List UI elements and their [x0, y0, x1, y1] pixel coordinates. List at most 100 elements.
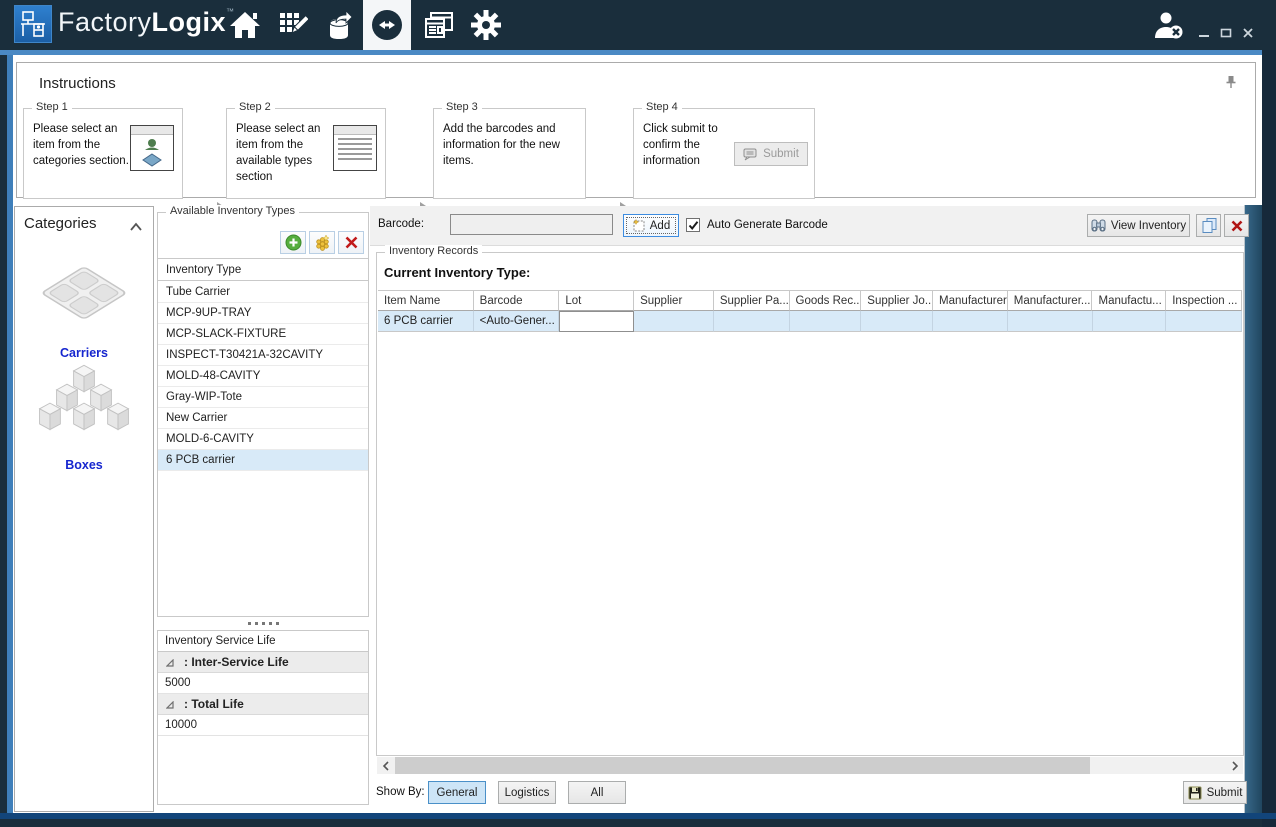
submit-bubble-icon	[743, 148, 758, 161]
customize-type-button[interactable]	[309, 231, 335, 254]
column-header[interactable]: Lot	[559, 290, 634, 311]
step4-submit-label: Submit	[763, 148, 799, 160]
delete-x-icon	[344, 235, 359, 250]
barcode-input[interactable]	[450, 214, 613, 235]
service-life-group-total[interactable]: : Total Life	[158, 694, 368, 715]
inventory-type-item[interactable]: INSPECT-T30421A-32CAVITY	[158, 345, 368, 366]
add-button[interactable]: Add	[623, 214, 679, 237]
table-row[interactable]: 6 PCB carrier<Auto-Gener...	[378, 311, 1242, 332]
inventory-type-item[interactable]: MCP-9UP-TRAY	[158, 303, 368, 324]
submit-button[interactable]: Submit	[1183, 781, 1247, 804]
service-life-value-total[interactable]: 10000	[158, 715, 368, 736]
table-cell[interactable]: 6 PCB carrier	[378, 311, 474, 332]
clear-button[interactable]	[1224, 214, 1249, 237]
step2-thumbnail-image	[333, 125, 377, 171]
close-button[interactable]	[1240, 26, 1256, 40]
column-header[interactable]: Manufacturer...	[1008, 290, 1093, 311]
step2-label: Step 2	[235, 101, 275, 113]
auto-generate-label: Auto Generate Barcode	[707, 219, 828, 231]
column-header[interactable]: Supplier Pa...	[714, 290, 790, 311]
table-cell[interactable]	[634, 311, 714, 332]
inventory-type-item[interactable]: New Carrier	[158, 408, 368, 429]
nav-settings-icon[interactable]	[464, 0, 508, 50]
add-type-button[interactable]	[280, 231, 306, 254]
filter-button-general[interactable]: General	[428, 781, 486, 804]
copy-pages-icon	[1201, 217, 1217, 234]
column-header[interactable]: Manufactu...	[1092, 290, 1166, 311]
customize-gear-icon	[314, 234, 331, 251]
filter-button-logistics[interactable]: Logistics	[498, 781, 556, 804]
step1-text: Please select an item from the categorie…	[33, 121, 138, 169]
scroll-right-button[interactable]	[1226, 757, 1243, 774]
show-by-filter-group: General Logistics All	[428, 781, 626, 804]
titlebar: FactoryLogix™	[0, 0, 1276, 50]
splitter-handle[interactable]	[157, 618, 369, 629]
table-cell[interactable]	[933, 311, 1008, 332]
add-plus-icon	[285, 234, 302, 251]
view-inventory-button[interactable]: View Inventory	[1087, 214, 1190, 237]
delete-type-button[interactable]	[338, 231, 364, 254]
column-header[interactable]: Item Name	[378, 290, 474, 311]
inventory-type-column-header[interactable]: Inventory Type	[158, 260, 368, 281]
step3-label: Step 3	[442, 101, 482, 113]
category-label-boxes: Boxes	[15, 458, 153, 472]
table-cell[interactable]	[790, 311, 862, 332]
minimize-button[interactable]	[1196, 26, 1212, 40]
collapse-chevron-icon[interactable]	[129, 219, 143, 237]
table-cell[interactable]	[1093, 311, 1167, 332]
inventory-type-item[interactable]: MOLD-48-CAVITY	[158, 366, 368, 387]
category-item-boxes[interactable]: Boxes	[15, 359, 153, 472]
nav-materials-icon[interactable]	[318, 0, 360, 50]
barcode-bar: Barcode: Add Auto Generate Barcode	[370, 206, 1244, 246]
step1-box: Step 1 Please select an item from the ca…	[23, 108, 183, 199]
nav-transfers-icon[interactable]	[363, 0, 411, 50]
column-header[interactable]: Goods Rec...	[790, 290, 862, 311]
available-types-panel: Available Inventory Types	[157, 212, 369, 617]
user-logout-icon[interactable]	[1152, 10, 1188, 45]
categories-title: Categories	[24, 215, 97, 232]
inventory-type-list: Tube CarrierMCP-9UP-TRAYMCP-SLACK-FIXTUR…	[158, 282, 368, 616]
collapse-triangle-icon	[166, 701, 174, 709]
service-life-group-label: : Total Life	[184, 697, 244, 711]
column-header[interactable]: Supplier	[634, 290, 714, 311]
add-new-icon	[632, 219, 645, 232]
service-life-value-inter[interactable]: 5000	[158, 673, 368, 694]
nav-documents-icon[interactable]	[418, 0, 460, 50]
inventory-type-item[interactable]: Gray-WIP-Tote	[158, 387, 368, 408]
column-header[interactable]: Manufacturer	[933, 290, 1008, 311]
inventory-type-item[interactable]: 6 PCB carrier	[158, 450, 368, 471]
instructions-panel: Instructions Step 1 Please select an ite…	[16, 62, 1256, 198]
category-label-carriers: Carriers	[15, 346, 153, 360]
service-life-group-inter[interactable]: : Inter-Service Life	[158, 652, 368, 673]
pin-icon[interactable]	[1225, 75, 1237, 94]
records-header-row: Item NameBarcodeLotSupplierSupplier Pa..…	[378, 290, 1242, 311]
copy-button[interactable]	[1196, 214, 1221, 237]
table-cell[interactable]	[1166, 311, 1242, 332]
table-cell[interactable]	[1008, 311, 1093, 332]
inventory-type-item[interactable]: Tube Carrier	[158, 282, 368, 303]
inventory-type-item[interactable]: MOLD-6-CAVITY	[158, 429, 368, 450]
step4-submit-button[interactable]: Submit	[734, 142, 808, 166]
filter-button-all[interactable]: All	[568, 781, 626, 804]
table-cell[interactable]	[559, 311, 634, 332]
maximize-button[interactable]	[1218, 26, 1234, 40]
scrollbar-thumb[interactable]	[395, 757, 1090, 774]
nav-production-icon[interactable]	[272, 0, 314, 50]
column-header[interactable]: Barcode	[474, 290, 560, 311]
carrier-tray-icon	[36, 251, 132, 339]
auto-generate-checkbox[interactable]	[686, 218, 700, 232]
table-cell[interactable]: <Auto-Gener...	[474, 311, 560, 332]
category-item-carriers[interactable]: Carriers	[15, 251, 153, 360]
column-header[interactable]: Supplier Jo...	[861, 290, 933, 311]
step3-box: Step 3 Add the barcodes and information …	[433, 108, 586, 199]
scroll-left-button[interactable]	[377, 757, 394, 774]
column-header[interactable]: Inspection ...	[1166, 290, 1242, 311]
table-cell[interactable]	[714, 311, 790, 332]
categories-panel: Categories Carriers	[14, 206, 154, 812]
table-cell[interactable]	[861, 311, 933, 332]
nav-home-icon[interactable]	[224, 0, 266, 50]
horizontal-scrollbar[interactable]	[377, 757, 1243, 774]
inventory-type-item[interactable]: MCP-SLACK-FIXTURE	[158, 324, 368, 345]
add-button-label: Add	[650, 220, 670, 232]
app-logo-icon	[14, 5, 52, 43]
